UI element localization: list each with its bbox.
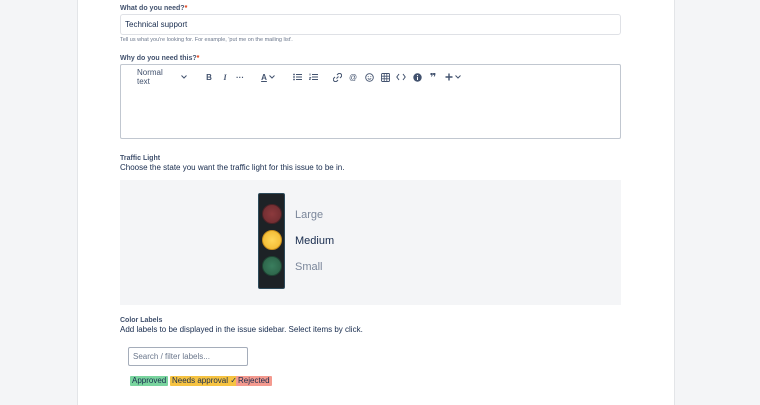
bold-icon[interactable]: B (203, 70, 215, 84)
label-chip-text: Approved (132, 376, 167, 385)
italic-icon[interactable]: I (219, 70, 231, 84)
need-input[interactable] (120, 14, 621, 35)
green-lamp (262, 256, 282, 276)
text-style-dropdown[interactable]: Normal text (137, 68, 187, 86)
red-lamp (262, 204, 282, 224)
need-field-label: What do you need?* (120, 4, 187, 13)
quote-icon[interactable]: ❞ (427, 70, 439, 84)
traffic-light-description: Choose the state you want the traffic li… (120, 163, 345, 172)
emoji-icon[interactable] (363, 70, 375, 84)
text-style-label: Normal text (137, 68, 163, 86)
mention-icon[interactable]: @ (347, 70, 359, 84)
traffic-light-housing (258, 193, 285, 289)
need-field-help: Tell us what you're looking for. For exa… (120, 37, 293, 43)
more-icon[interactable]: ··· (234, 70, 246, 84)
label-chip-text: Needs approval (172, 376, 229, 385)
traffic-light-title: Traffic Light (120, 155, 161, 162)
yellow-lamp (262, 230, 282, 250)
label-search-input[interactable] (128, 347, 248, 366)
table-icon[interactable] (379, 70, 391, 84)
why-editor[interactable]: Normal text B I ··· A @ ❞ (120, 64, 621, 139)
label-chip-needs-approval[interactable]: Needs approval ✓ (170, 376, 239, 386)
required-mark: * (196, 55, 200, 62)
label-chip-approved[interactable]: Approved (130, 376, 169, 386)
text-color-icon[interactable]: A (259, 70, 277, 84)
color-labels-description: Add labels to be displayed in the issue … (120, 325, 363, 334)
required-mark: * (184, 5, 188, 12)
chevron-down-icon (181, 75, 187, 79)
why-field-label-text: Why do you need this? (120, 55, 197, 62)
insert-icon[interactable] (444, 70, 462, 84)
link-icon[interactable] (331, 70, 343, 84)
info-icon[interactable] (411, 70, 423, 84)
label-chip-text: Rejected (238, 376, 270, 385)
numbered-list-icon[interactable] (307, 70, 319, 84)
need-field-label-text: What do you need? (120, 5, 185, 12)
option-large[interactable]: Large (295, 209, 323, 221)
option-small[interactable]: Small (295, 261, 323, 273)
traffic-light-area: Large Medium Small (120, 180, 621, 305)
editor-toolbar: Normal text B I ··· A @ ❞ (121, 68, 620, 86)
option-medium[interactable]: Medium (295, 235, 334, 247)
bullet-list-icon[interactable] (291, 70, 303, 84)
color-labels-title: Color Labels (120, 317, 163, 324)
code-icon[interactable] (395, 70, 407, 84)
label-chip-rejected[interactable]: Rejected (236, 376, 272, 386)
why-field-label: Why do you need this?* (120, 54, 199, 63)
